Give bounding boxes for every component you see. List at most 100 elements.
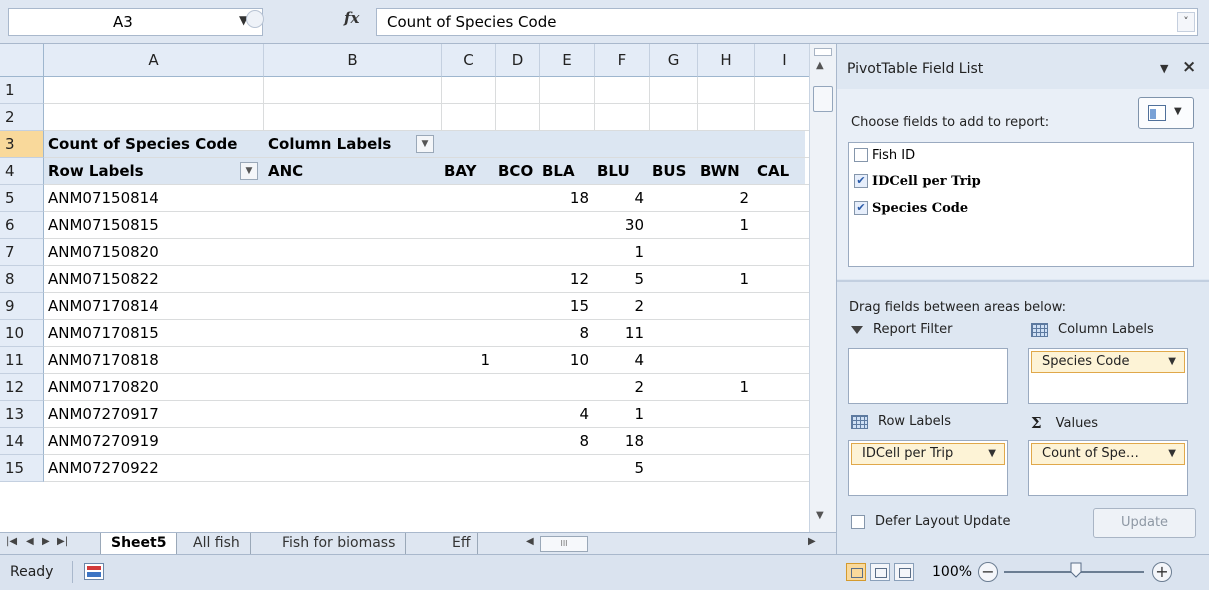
scroll-thumb[interactable] <box>813 86 833 112</box>
row-header-2[interactable]: 2 <box>0 104 44 131</box>
column-header-c[interactable]: C <box>442 44 496 77</box>
row-labels-area[interactable]: IDCell per Trip ▼ <box>848 440 1008 496</box>
row-header-1[interactable]: 1 <box>0 77 44 104</box>
checkbox-checked[interactable]: ✔ <box>854 201 868 215</box>
value-cell-blu[interactable]: 2 <box>595 293 650 320</box>
value-cell-bwn[interactable] <box>698 455 755 482</box>
page-layout-view-icon[interactable] <box>870 563 890 581</box>
first-sheet-icon[interactable]: |◀ <box>6 536 17 547</box>
row-header-14[interactable]: 14 <box>0 428 44 455</box>
normal-view-icon[interactable] <box>846 563 866 581</box>
value-cell-blu[interactable]: 5 <box>595 455 650 482</box>
scroll-left-icon[interactable]: ◀ <box>526 536 534 547</box>
column-header-g[interactable]: G <box>650 44 698 77</box>
page-break-view-icon[interactable] <box>894 563 914 581</box>
value-cell-blu[interactable]: 5 <box>595 266 650 293</box>
worksheet-grid[interactable]: ABCDEFGHI 1 2 3 4 5 6 7 8 9 10 11 12 13 14 15 Count of… <box>0 44 836 532</box>
value-cell-blu[interactable]: 30 <box>595 212 650 239</box>
zoom-in-icon[interactable]: + <box>1152 562 1172 582</box>
row-label-cell[interactable]: ANM07170820 <box>44 374 264 401</box>
species-header-bus[interactable]: BUS <box>650 158 698 185</box>
column-header-h[interactable]: H <box>698 44 755 77</box>
field-item-species-code[interactable]: ✔ Species Code <box>854 196 968 220</box>
report-filter-area[interactable] <box>848 348 1008 404</box>
value-cell-bla[interactable]: 12 <box>540 266 595 293</box>
row-header-3[interactable]: 3 <box>0 131 44 158</box>
species-header-blu[interactable]: BLU <box>595 158 650 185</box>
column-filter-dropdown-icon[interactable]: ▼ <box>416 135 434 153</box>
row-header-5[interactable]: 5 <box>0 185 44 212</box>
value-cell-blu[interactable]: 4 <box>595 185 650 212</box>
zoom-slider-thumb[interactable] <box>1070 562 1082 578</box>
row-label-cell[interactable]: ANM07270917 <box>44 401 264 428</box>
row-label-cell[interactable]: ANM07150822 <box>44 266 264 293</box>
update-button[interactable]: Update <box>1093 508 1196 538</box>
checkbox-checked[interactable]: ✔ <box>854 174 868 188</box>
species-header-bay[interactable]: BAY <box>442 158 496 185</box>
species-code-chip[interactable]: Species Code ▼ <box>1031 351 1185 373</box>
column-header-b[interactable]: B <box>264 44 442 77</box>
formula-input[interactable]: Count of Species Code ˅ <box>376 8 1198 36</box>
value-cell-bla[interactable] <box>540 212 595 239</box>
vertical-scrollbar[interactable]: ▲ ▼ <box>809 44 836 532</box>
species-header-anc[interactable]: ANC <box>264 158 442 185</box>
chevron-down-icon[interactable]: ▼ <box>1168 352 1176 372</box>
value-cell-blu[interactable]: 4 <box>595 347 650 374</box>
column-header-i[interactable]: I <box>755 44 815 77</box>
value-cell-bla[interactable] <box>540 374 595 401</box>
value-cell-bla[interactable]: 18 <box>540 185 595 212</box>
zoom-level[interactable]: 100% <box>932 564 972 580</box>
value-cell-bay[interactable] <box>442 239 496 266</box>
value-cell-bay[interactable] <box>442 374 496 401</box>
row-label-cell[interactable]: ANM07170814 <box>44 293 264 320</box>
name-box[interactable]: A3 ▼ <box>8 8 263 36</box>
split-box[interactable] <box>814 48 832 56</box>
scroll-down-icon[interactable]: ▼ <box>816 510 824 521</box>
chevron-down-icon[interactable]: ▼ <box>988 444 996 464</box>
field-item-fish-id[interactable]: Fish ID <box>854 143 915 167</box>
value-cell-bay[interactable] <box>442 293 496 320</box>
row-label-cell[interactable]: ANM07150815 <box>44 212 264 239</box>
values-area[interactable]: Count of Spe… ▼ <box>1028 440 1188 496</box>
species-header-bwn[interactable]: BWN <box>698 158 755 185</box>
pivot-corner-label[interactable]: Count of Species Code <box>44 131 264 158</box>
row-label-cell[interactable]: ANM07170818 <box>44 347 264 374</box>
expand-formula-bar-icon[interactable]: ˅ <box>1177 12 1195 32</box>
tab-fish-for-biomass[interactable]: Fish for biomass <box>272 533 407 554</box>
value-cell-bwn[interactable]: 1 <box>698 374 755 401</box>
row-header-7[interactable]: 7 <box>0 239 44 266</box>
value-cell-bwn[interactable] <box>698 293 755 320</box>
column-labels-area[interactable]: Species Code ▼ <box>1028 348 1188 404</box>
value-cell-bwn[interactable]: 1 <box>698 266 755 293</box>
last-sheet-icon[interactable]: ▶| <box>57 536 68 547</box>
scroll-right-icon[interactable]: ▶ <box>808 536 816 547</box>
chevron-down-icon[interactable]: ▼ <box>1168 444 1176 464</box>
close-icon[interactable]: × <box>1182 57 1196 77</box>
value-cell-blu[interactable]: 11 <box>595 320 650 347</box>
prev-sheet-icon[interactable]: ◀ <box>26 536 34 547</box>
value-cell-bwn[interactable] <box>698 401 755 428</box>
row-header-11[interactable]: 11 <box>0 347 44 374</box>
value-cell-bwn[interactable]: 2 <box>698 185 755 212</box>
horizontal-scrollbar[interactable]: ◀ III ▶ <box>524 536 824 552</box>
value-cell-bwn[interactable] <box>698 320 755 347</box>
row-header-13[interactable]: 13 <box>0 401 44 428</box>
field-item-idcell-per-trip[interactable]: ✔ IDCell per Trip <box>854 169 981 193</box>
species-header-cal[interactable]: CAL <box>755 158 815 185</box>
tab-all-fish[interactable]: All fish <box>183 533 251 554</box>
value-cell-blu[interactable]: 1 <box>595 239 650 266</box>
column-header-e[interactable]: E <box>540 44 595 77</box>
value-cell-bla[interactable]: 15 <box>540 293 595 320</box>
defer-layout-row[interactable]: Defer Layout Update <box>851 514 1010 529</box>
value-cell-bay[interactable] <box>442 401 496 428</box>
value-cell-bay[interactable] <box>442 185 496 212</box>
value-cell-bla[interactable]: 8 <box>540 428 595 455</box>
value-cell-bwn[interactable] <box>698 347 755 374</box>
horizontal-scroll-thumb[interactable]: III <box>540 536 588 552</box>
row-label-cell[interactable]: ANM07150814 <box>44 185 264 212</box>
checkbox[interactable] <box>854 148 868 162</box>
scroll-up-icon[interactable]: ▲ <box>816 60 824 71</box>
row-label-cell[interactable]: ANM07170815 <box>44 320 264 347</box>
idcell-per-trip-chip[interactable]: IDCell per Trip ▼ <box>851 443 1005 465</box>
column-header-d[interactable]: D <box>496 44 540 77</box>
